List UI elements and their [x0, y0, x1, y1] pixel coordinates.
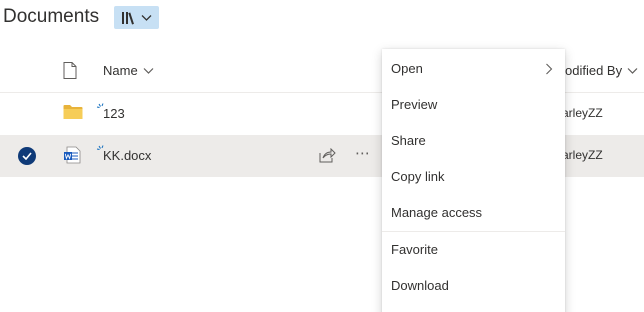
page-title: Documents — [3, 6, 100, 27]
column-name[interactable]: Name — [103, 63, 154, 78]
row-name[interactable]: KK.docx — [103, 148, 151, 163]
menu-item-open[interactable]: Open — [382, 51, 565, 87]
menu-item-favorite[interactable]: Favorite — [382, 232, 565, 268]
share-icon[interactable] — [319, 147, 336, 168]
column-name-label: Name — [103, 63, 138, 78]
checkmark-icon[interactable] — [18, 147, 36, 165]
more-options-icon[interactable]: ⋯ — [355, 144, 371, 162]
chevron-down-icon — [141, 14, 152, 22]
folder-icon — [63, 104, 83, 125]
menu-item-preview[interactable]: Preview — [382, 87, 565, 123]
context-menu: Open Preview Share Copy link Manage acce… — [382, 49, 565, 312]
column-modified-by-label: odified By — [565, 63, 623, 78]
menu-item-label: Download — [391, 278, 449, 293]
word-document-icon — [63, 146, 81, 169]
row-name[interactable]: 123 — [103, 106, 125, 121]
menu-item-download[interactable]: Download — [382, 268, 565, 304]
menu-item-copy-link[interactable]: Copy link — [382, 159, 565, 195]
chevron-down-icon — [143, 63, 154, 78]
menu-item-label: Manage access — [391, 205, 483, 220]
menu-item-label: Copy link — [391, 169, 445, 184]
row-modified-by: arleyZZ — [562, 148, 603, 162]
menu-item-label: Preview — [391, 97, 438, 112]
chevron-right-icon — [545, 63, 553, 78]
menu-item-share[interactable]: Share — [382, 123, 565, 159]
column-modified-by[interactable]: odified By — [565, 63, 638, 78]
menu-item-manage-access[interactable]: Manage access — [382, 195, 565, 231]
row-modified-by: arleyZZ — [562, 106, 603, 120]
view-switch-button[interactable] — [114, 6, 159, 29]
document-library: Documents Name odified By 123 arleyZZ KK… — [0, 0, 644, 312]
library-icon — [121, 11, 137, 25]
file-type-icon[interactable] — [63, 62, 77, 84]
menu-item-label: Favorite — [391, 242, 438, 257]
menu-item-label: Share — [391, 133, 426, 148]
menu-item-label: Open — [391, 61, 423, 76]
chevron-down-icon — [627, 63, 638, 78]
